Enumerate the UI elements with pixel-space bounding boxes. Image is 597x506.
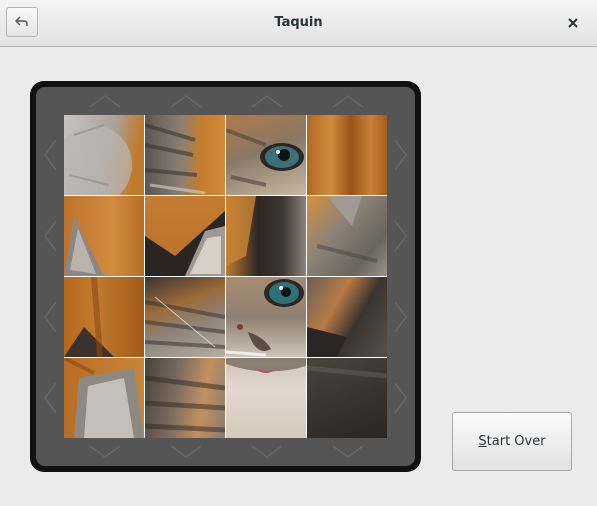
move-left-arrow-icon[interactable] [43,220,57,252]
puzzle-tile[interactable] [145,196,225,276]
puzzle-tile[interactable] [307,358,387,438]
move-down-arrow-icon[interactable] [89,445,121,459]
start-over-label: tart Over [486,434,546,449]
move-left-arrow-icon[interactable] [43,382,57,414]
move-down-arrow-icon[interactable] [332,445,364,459]
puzzle-tile[interactable] [64,115,144,195]
move-right-arrow-icon[interactable] [394,139,408,171]
puzzle-tile[interactable] [145,115,225,195]
puzzle-tile[interactable] [226,358,306,438]
puzzle-tile[interactable] [145,277,225,357]
move-up-arrow-icon[interactable] [251,94,283,108]
puzzle-tile[interactable] [64,358,144,438]
start-over-button[interactable]: Start Over [452,412,572,471]
start-over-mnemonic: S [478,434,487,449]
puzzle-tile[interactable] [307,277,387,357]
header-bar: Taquin [0,0,597,47]
puzzle-tile[interactable] [226,115,306,195]
move-down-arrow-icon[interactable] [170,445,202,459]
puzzle-tile[interactable] [64,277,144,357]
close-icon [568,18,578,28]
puzzle-tile[interactable] [64,196,144,276]
puzzle-tile[interactable] [226,196,306,276]
move-down-arrow-icon[interactable] [251,445,283,459]
puzzle-tile[interactable] [307,196,387,276]
move-up-arrow-icon[interactable] [332,94,364,108]
move-left-arrow-icon[interactable] [43,301,57,333]
move-right-arrow-icon[interactable] [394,301,408,333]
puzzle-tile[interactable] [226,277,306,357]
move-up-arrow-icon[interactable] [170,94,202,108]
move-right-arrow-icon[interactable] [394,382,408,414]
close-button[interactable] [562,13,584,33]
window-title: Taquin [274,15,323,30]
puzzle-tile[interactable] [307,115,387,195]
move-right-arrow-icon[interactable] [394,220,408,252]
move-up-arrow-icon[interactable] [89,94,121,108]
move-left-arrow-icon[interactable] [43,139,57,171]
puzzle-tile-grid [64,115,387,438]
puzzle-tile[interactable] [145,358,225,438]
